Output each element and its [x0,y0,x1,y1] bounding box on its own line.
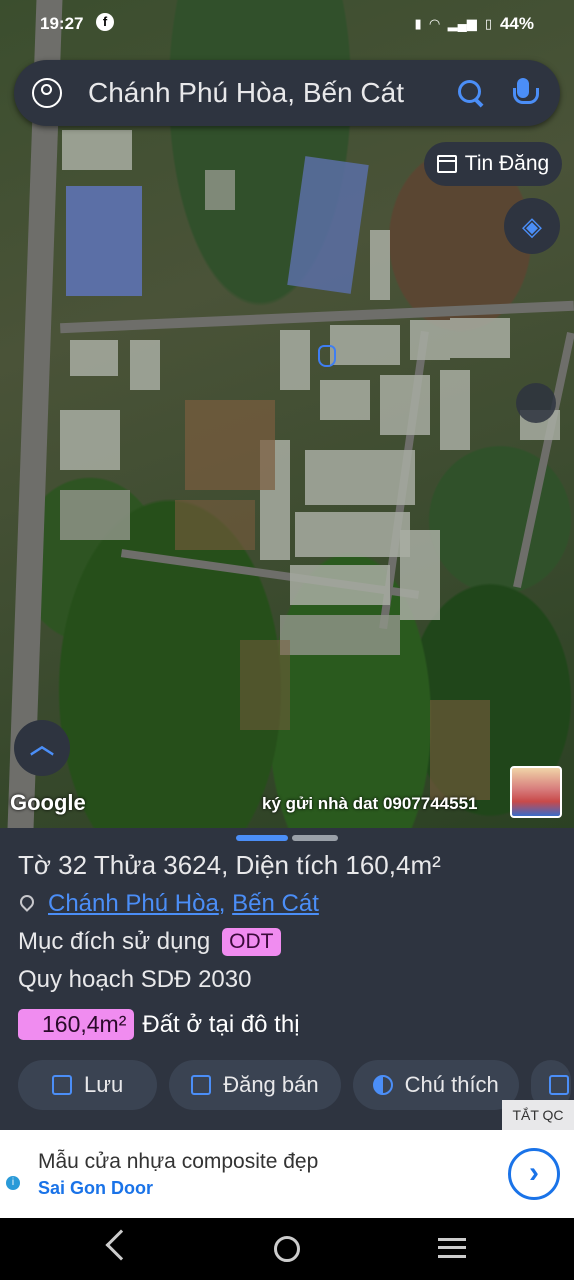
battery-icon: ▯ [484,16,492,31]
search-icon[interactable] [454,76,488,110]
building [130,340,160,390]
building [320,380,370,420]
chevron-up-icon: ︿ [30,732,54,759]
building [280,330,310,390]
farm-field [185,400,275,490]
location-separator: , [218,890,226,917]
ad-info-icon[interactable]: i [6,1176,20,1190]
contrast-icon [372,1075,393,1095]
tin-dang-label: Tin Đăng [464,152,550,175]
search-bar[interactable]: Chánh Phú Hòa, Bến Cát [14,60,560,126]
save-label: Lưu [84,1072,124,1097]
building [440,370,470,450]
building [205,170,235,210]
building [450,318,510,358]
map-control-button[interactable] [516,383,556,423]
building [370,230,390,300]
facebook-icon: f [96,13,114,31]
land-type-label: Đất ở tại đô thị [142,1010,300,1038]
purpose-code-badge: ODT [222,928,281,956]
factory-roof [287,156,369,294]
battery-percent: 44% [499,14,534,33]
ward-link[interactable]: Chánh Phú Hòa [48,890,219,918]
building [60,410,120,470]
ad-title: Mẫu cửa nhựa composite đẹp [38,1150,319,1173]
land-use-purpose: Mục đích sử dụng ODT [18,928,281,956]
parcel-title: Tờ 32 Thửa 3624, Diện tích 160,4m² [18,850,441,880]
hide-ad-button[interactable]: TẮT QC [502,1100,574,1130]
farm-field [430,700,490,800]
tin-dang-button[interactable]: Tin Đăng [424,142,562,186]
layers-button[interactable]: ◈ [504,198,560,254]
contact-overlay-text: ký gửi nhà dat 0907744551 [262,794,478,813]
parcel-marker[interactable] [318,345,336,367]
expand-up-button[interactable]: ︿ [14,720,70,776]
building [380,375,430,435]
wifi-icon: ◠ [429,16,440,31]
chevron-right-icon[interactable]: › [508,1148,560,1200]
home-icon[interactable] [274,1236,300,1262]
ad-thumbnail[interactable] [510,766,562,818]
microphone-icon[interactable] [506,76,540,110]
post-sale-label: Đăng bán [223,1072,319,1097]
listing-icon [436,155,457,173]
district-link[interactable]: Bến Cát [232,890,319,918]
system-nav-bar [0,1218,574,1280]
recents-icon[interactable] [438,1238,466,1258]
save-button[interactable]: Lưu [18,1060,158,1110]
parcel-location: Chánh Phú Hòa, Bến Cát [18,890,319,918]
search-query[interactable]: Chánh Phú Hòa, Bến Cát [88,77,454,109]
planning-label: Quy hoạch SDĐ 2030 [18,966,252,993]
building [330,325,400,365]
more-action-icon [548,1075,569,1095]
sheet-handle-active[interactable] [236,835,288,841]
action-buttons: Lưu Đăng bán Chú thích [18,1060,571,1110]
building [400,530,440,620]
location-pin-icon [20,895,34,913]
signal-icon: ▂▄▆ [447,16,477,31]
ad-banner[interactable]: i Mẫu cửa nhựa composite đẹp Sai Gon Doo… [0,1130,574,1218]
area-badge: 160,4m² [18,1009,135,1040]
farm-field [240,640,290,730]
status-bar: 19:27 f ▮ ◠ ▂▄▆ ▯ 44% [0,0,574,46]
sheet-handle[interactable] [292,835,338,841]
farm-field [175,500,255,550]
area-row: 160,4m² Đất ở tại đô thị [18,1009,300,1040]
parcel-info-sheet: Tờ 32 Thửa 3624, Diện tích 160,4m² Chánh… [0,828,574,1130]
account-icon[interactable] [32,78,62,108]
bookmark-add-icon [52,1075,72,1095]
back-icon[interactable] [105,1229,137,1261]
building [295,512,410,557]
road-east [513,332,574,588]
ad-advertiser: Sai Gon Door [38,1178,154,1198]
building [60,490,130,540]
building [305,450,415,505]
building [62,130,132,170]
building [290,565,390,605]
legend-button[interactable]: Chú thích [352,1060,519,1110]
layers-icon: ◈ [522,210,542,241]
google-logo: Google [10,790,86,815]
building [70,340,118,376]
status-icons: ▮ ◠ ▂▄▆ ▯ 44% [414,14,534,34]
warehouse-roof [66,186,142,296]
volte-icon: ▮ [414,16,422,31]
building [280,615,400,655]
clock: 19:27 [40,14,84,33]
purpose-label: Mục đích sử dụng [18,928,211,955]
legend-label: Chú thích [404,1072,499,1097]
calendar-icon [191,1075,212,1095]
building [410,320,450,360]
post-sale-button[interactable]: Đăng bán [169,1060,341,1110]
